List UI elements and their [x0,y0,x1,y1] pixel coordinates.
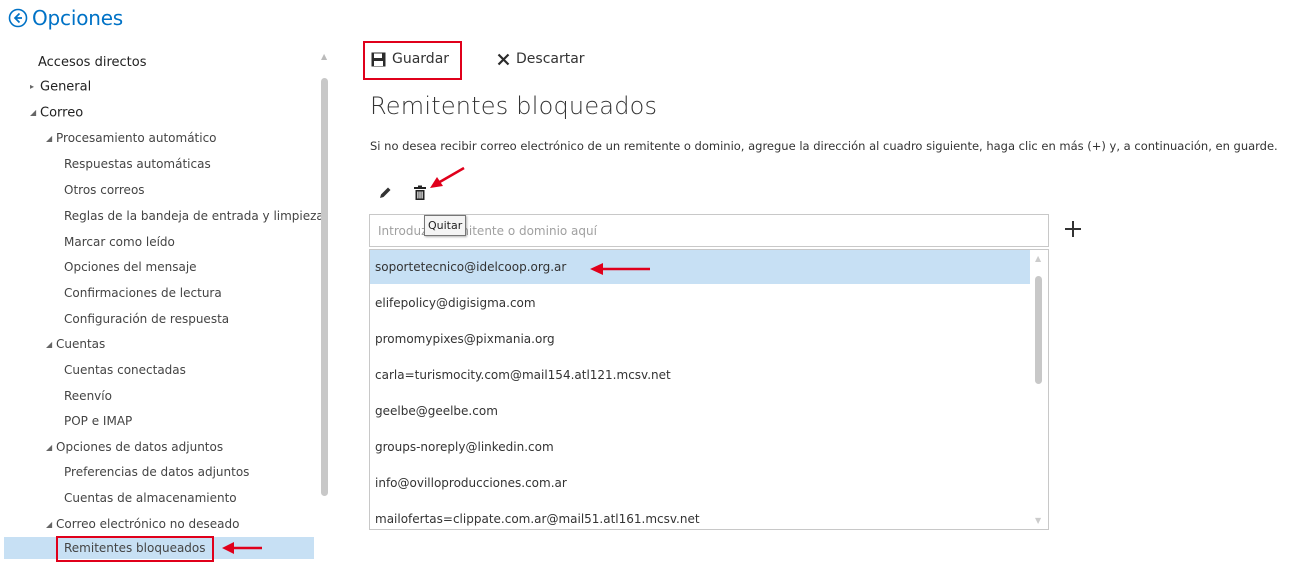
collapse-triangle-icon[interactable]: ◢ [46,514,56,536]
sidebar-item-otros-correos[interactable]: Otros correos [64,179,145,201]
list-item[interactable]: geelbe@geelbe.com [370,394,1030,428]
edit-button[interactable] [375,183,395,203]
sidebar-item-pop-e-imap[interactable]: POP e IMAP [64,410,132,432]
sender-input[interactable] [370,215,1048,246]
list-item[interactable]: info@ovilloproducciones.com.ar [370,466,1030,500]
sidebar-item-cuentas-conectadas[interactable]: Cuentas conectadas [64,359,186,381]
collapse-triangle-icon[interactable]: ◢ [46,128,56,150]
discard-button[interactable]: Descartar [497,51,585,67]
scroll-down-arrow-icon[interactable]: ▼ [1035,516,1041,525]
annotation-arrow-icon [590,263,650,275]
sidebar-item-marcar-como-leido[interactable]: Marcar como leído [64,231,175,253]
list-item[interactable]: groups-noreply@linkedin.com [370,430,1030,464]
sidebar-item-opciones-del-mensaje[interactable]: Opciones del mensaje [64,256,197,278]
sidebar-item-respuestas-automaticas[interactable]: Respuestas automáticas [64,153,211,175]
collapse-triangle-icon[interactable]: ◢ [46,334,56,356]
list-item[interactable]: soportetecnico@idelcoop.org.ar [370,250,1030,284]
sidebar-item-reenvio[interactable]: Reenvío [64,385,112,407]
annotation-arrow-icon [222,542,262,554]
annotation-arrow-icon [430,166,465,188]
instructions-text: Si no desea recibir correo electrónico d… [370,139,1278,153]
sidebar-item-preferencias-de-datos-adjuntos[interactable]: Preferencias de datos adjuntos [64,461,249,483]
sidebar-item-confirmaciones-de-lectura[interactable]: Confirmaciones de lectura [64,282,222,304]
plus-icon [1065,221,1081,237]
list-item[interactable]: elifepolicy@digisigma.com [370,286,1030,320]
sidebar-item-accesos-directos[interactable]: Accesos directos [38,52,146,74]
back-arrow-circle-icon[interactable] [8,8,28,28]
scroll-up-arrow-icon[interactable]: ▲ [1035,254,1041,263]
page-title: Remitentes bloqueados [370,92,658,120]
list-scrollbar[interactable]: ▲ ▼ [1030,250,1048,529]
trash-can-icon [414,185,426,200]
list-item[interactable]: promomypixes@pixmania.org [370,322,1030,356]
expand-triangle-icon[interactable]: ▸ [30,76,40,98]
sender-input-box[interactable] [369,214,1049,247]
collapse-triangle-icon[interactable]: ◢ [30,102,40,124]
sidebar-item-general[interactable]: ▸ General [30,76,91,98]
blocked-senders-list[interactable]: soportetecnico@idelcoop.org.ar elifepoli… [369,249,1049,530]
delete-button[interactable] [410,183,430,203]
list-scroll-thumb[interactable] [1035,276,1042,384]
sidebar-item-opciones-de-datos-adjuntos[interactable]: ◢ Opciones de datos adjuntos [46,436,223,458]
sidebar-item-cuentas-de-almacenamiento[interactable]: Cuentas de almacenamiento [64,487,237,509]
sidebar-item-correo-no-deseado[interactable]: ◢ Correo electrónico no deseado [46,513,239,535]
options-header: Opciones [8,4,123,32]
close-x-icon [497,53,510,65]
sidebar-item-configuracion-de-respuesta[interactable]: Configuración de respuesta [64,308,229,330]
sidebar-item-cuentas[interactable]: ◢ Cuentas [46,333,105,355]
list-item[interactable]: carla=turismocity.com@mail154.atl121.mcs… [370,358,1030,392]
sidebar-item-correo[interactable]: ◢ Correo [30,102,83,124]
sidebar-scroll-thumb[interactable] [321,78,328,496]
sidebar-item-reglas[interactable]: Reglas de la bandeja de entrada y limpie… [64,205,324,227]
page-header-title[interactable]: Opciones [32,6,123,30]
sidebar-item-procesamiento-automatico[interactable]: ◢ Procesamiento automático [46,127,217,149]
pencil-icon [380,187,391,198]
annotation-highlight-box [363,41,462,80]
options-sidebar: Accesos directos ▸ General ◢ Correo ◢ Proce… [0,50,335,562]
add-sender-button[interactable] [1062,218,1084,240]
collapse-triangle-icon[interactable]: ◢ [46,437,56,459]
discard-label: Descartar [516,51,585,67]
sidebar-scrollbar[interactable]: ▲ [318,50,332,562]
delete-tooltip: Quitar [424,215,467,236]
annotation-highlight-box [56,536,214,562]
scroll-up-arrow-icon[interactable]: ▲ [321,52,327,61]
list-item[interactable]: mailofertas=clippate.com.ar@mail51.atl16… [370,502,1030,529]
